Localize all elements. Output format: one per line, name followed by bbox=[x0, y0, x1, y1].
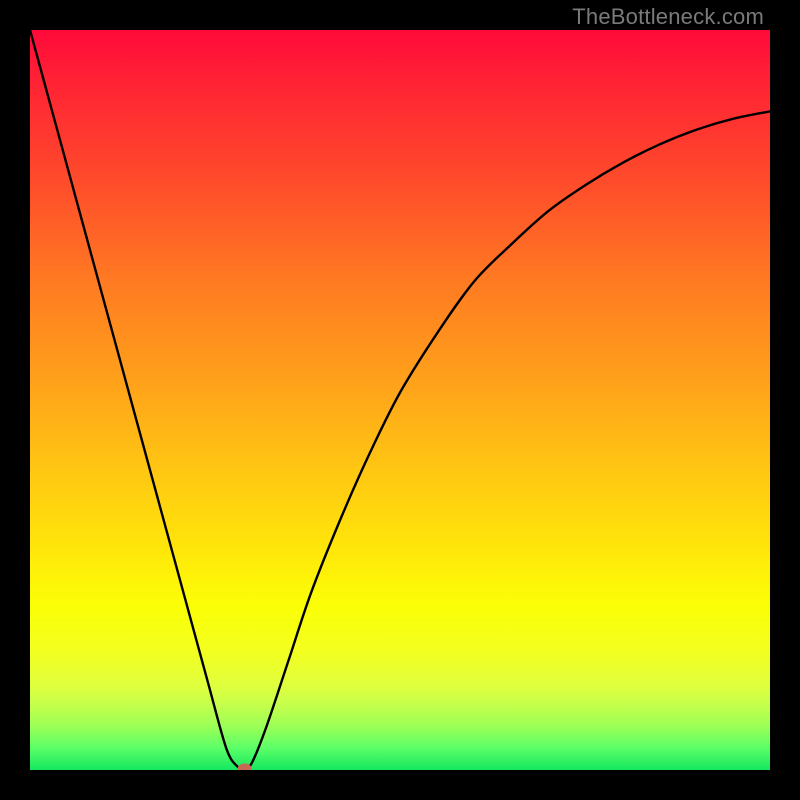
bottleneck-curve bbox=[30, 30, 770, 770]
chart-frame: TheBottleneck.com bbox=[0, 0, 800, 800]
minimum-marker bbox=[238, 764, 252, 770]
plot-area bbox=[30, 30, 770, 770]
watermark-text: TheBottleneck.com bbox=[572, 4, 764, 30]
